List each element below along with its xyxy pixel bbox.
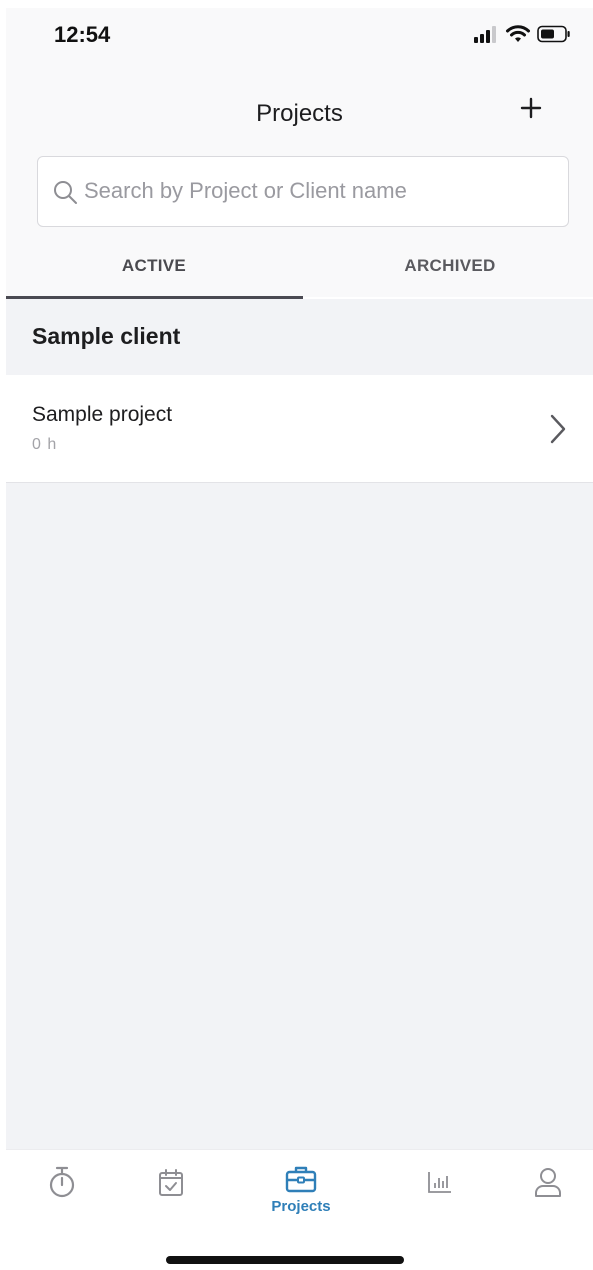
- tab-archived[interactable]: ARCHIVED: [302, 244, 593, 300]
- status-bar: 12:54: [6, 8, 593, 68]
- tabbar-item-reports[interactable]: [412, 1150, 468, 1240]
- add-project-button[interactable]: [513, 90, 549, 126]
- project-row[interactable]: Sample project 0 h: [6, 375, 593, 483]
- project-name: Sample project: [32, 403, 173, 426]
- stopwatch-icon: [49, 1166, 75, 1198]
- plus-icon: [520, 97, 542, 119]
- tab-active-label: ACTIVE: [121, 256, 187, 275]
- wifi-icon: [506, 25, 530, 42]
- status-icons: [473, 24, 571, 44]
- client-group-header: Sample client: [6, 299, 593, 375]
- tab-archived-label: ARCHIVED: [404, 256, 496, 275]
- status-tabs: ACTIVE ARCHIVED: [6, 244, 593, 300]
- page-title: Projects: [256, 100, 343, 127]
- tabbar-item-projects[interactable]: Projects: [256, 1150, 346, 1240]
- top-area: 12:54 Projects Search by Project or Clie…: [6, 8, 593, 300]
- tabbar-item-timer[interactable]: [34, 1150, 90, 1240]
- bottom-tab-bar: Projects: [6, 1149, 593, 1270]
- calendar-check-icon: [159, 1169, 183, 1196]
- tabbar-item-profile[interactable]: [520, 1150, 576, 1240]
- bar-chart-icon: [428, 1172, 451, 1193]
- tab-active[interactable]: ACTIVE: [6, 244, 302, 300]
- tabbar-item-timesheet[interactable]: [143, 1150, 199, 1240]
- tabbar-label-projects: Projects: [271, 1198, 331, 1215]
- chevron-right-icon: [550, 414, 566, 444]
- signal-icon: [474, 26, 496, 43]
- home-indicator: [166, 1256, 404, 1264]
- briefcase-icon: [285, 1166, 317, 1193]
- client-name: Sample client: [32, 323, 181, 349]
- battery-icon: [537, 25, 570, 43]
- status-time: 12:54: [54, 22, 111, 47]
- search-input[interactable]: [84, 157, 554, 225]
- app-screen: 12:54 Projects Search by Project or Clie…: [6, 8, 593, 1270]
- search-box[interactable]: [37, 156, 569, 227]
- search-icon: [54, 181, 77, 204]
- user-icon: [535, 1168, 561, 1197]
- project-list: Sample client Sample project 0 h: [6, 299, 593, 1149]
- project-hours: 0 h: [32, 436, 58, 453]
